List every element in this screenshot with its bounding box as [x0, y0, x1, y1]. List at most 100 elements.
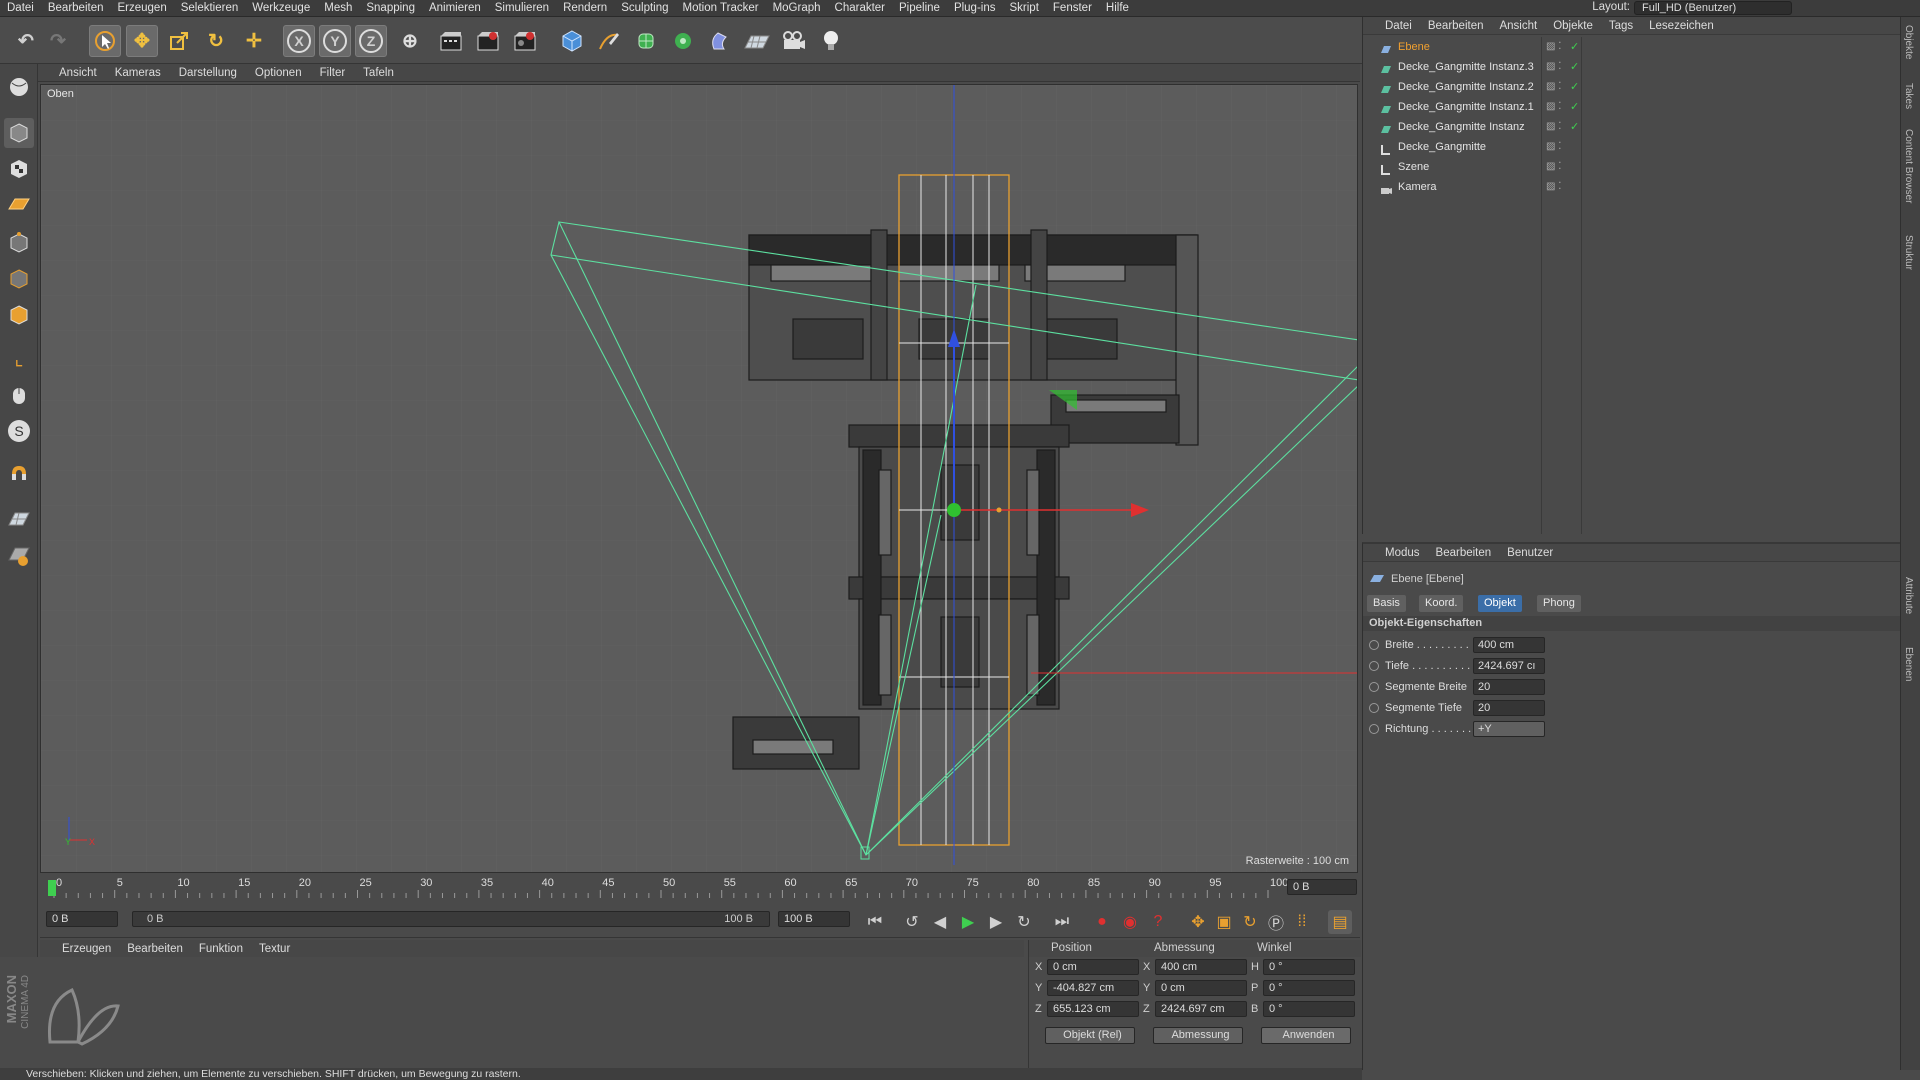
- world-coordinates-icon[interactable]: ⊕: [394, 25, 426, 57]
- property-value-field[interactable]: 20: [1473, 700, 1545, 716]
- enabled-check-icon[interactable]: ✓: [1570, 97, 1579, 117]
- material-menu-item-2[interactable]: Funktion: [191, 943, 251, 955]
- menu-item-12[interactable]: MoGraph: [766, 2, 828, 14]
- side-tab-1[interactable]: Takes: [1903, 83, 1914, 109]
- object-row[interactable]: Ebene ▨ ⁚ ✓: [1363, 37, 1901, 57]
- camera-icon[interactable]: [778, 25, 810, 57]
- menu-item-7[interactable]: Animieren: [422, 2, 488, 14]
- size-mode-select[interactable]: Abmessung: [1153, 1027, 1243, 1044]
- visibility-icon[interactable]: ▨ ⁚: [1546, 77, 1561, 97]
- points-mode-icon[interactable]: [4, 228, 34, 258]
- visibility-icon[interactable]: ▨ ⁚: [1546, 57, 1561, 77]
- position-field[interactable]: 655.123 cm: [1047, 1001, 1139, 1017]
- visibility-icon[interactable]: ▨ ⁚: [1546, 37, 1561, 57]
- attribute-menu-item-0[interactable]: Modus: [1377, 547, 1428, 559]
- timeline-playhead[interactable]: [48, 880, 56, 896]
- visibility-icon[interactable]: ▨ ⁚: [1546, 157, 1561, 177]
- create-icon[interactable]: ✛: [238, 25, 270, 57]
- size-field[interactable]: 400 cm: [1155, 959, 1247, 975]
- record-keyframe-icon[interactable]: ●: [1090, 910, 1114, 934]
- object-menu-item-0[interactable]: Datei: [1377, 20, 1420, 32]
- side-tab-3[interactable]: Struktur: [1903, 235, 1914, 270]
- next-frame-icon[interactable]: ▶: [984, 910, 1008, 934]
- play-icon[interactable]: ▶: [956, 910, 980, 934]
- previous-key-icon[interactable]: ↺: [900, 910, 924, 934]
- menu-item-1[interactable]: Bearbeiten: [41, 2, 111, 14]
- light-icon[interactable]: [815, 25, 847, 57]
- menu-item-10[interactable]: Sculpting: [614, 2, 675, 14]
- menu-item-3[interactable]: Selektieren: [174, 2, 246, 14]
- size-field[interactable]: 2424.697 cm: [1155, 1001, 1247, 1017]
- material-menu-item-3[interactable]: Textur: [251, 943, 298, 955]
- timeline-layout-icon[interactable]: ▤: [1328, 910, 1352, 934]
- menu-item-13[interactable]: Charakter: [828, 2, 893, 14]
- undo-icon[interactable]: ↶: [10, 25, 42, 57]
- animate-radio-icon[interactable]: [1369, 640, 1379, 650]
- rotate-icon[interactable]: ↻: [200, 25, 232, 57]
- menu-item-5[interactable]: Mesh: [317, 2, 359, 14]
- side-tab-5[interactable]: Ebenen: [1903, 647, 1914, 681]
- axis-mode-icon[interactable]: ⌞: [4, 344, 34, 374]
- object-row[interactable]: Decke_Gangmitte Instanz.3 ▨ ⁚ ✓: [1363, 57, 1901, 77]
- object-row[interactable]: Kamera ▨ ⁚: [1363, 177, 1901, 197]
- menu-item-14[interactable]: Pipeline: [892, 2, 947, 14]
- viewport-menu-item-2[interactable]: Darstellung: [170, 67, 246, 79]
- edit-render-settings-icon[interactable]: [509, 25, 541, 57]
- go-to-end-icon[interactable]: ⏭: [1050, 910, 1074, 934]
- material-menu-item-1[interactable]: Bearbeiten: [119, 943, 191, 955]
- object-row[interactable]: Decke_Gangmitte Instanz.2 ▨ ⁚ ✓: [1363, 77, 1901, 97]
- object-menu-item-2[interactable]: Ansicht: [1491, 20, 1545, 32]
- menu-item-2[interactable]: Erzeugen: [110, 2, 173, 14]
- workplane-icon[interactable]: [4, 190, 34, 220]
- render-region-icon[interactable]: [4, 542, 34, 572]
- attribute-menu-item-2[interactable]: Benutzer: [1499, 547, 1561, 559]
- object-menu-item-1[interactable]: Bearbeiten: [1420, 20, 1492, 32]
- enabled-check-icon[interactable]: ✓: [1570, 37, 1579, 57]
- magnet-icon[interactable]: [4, 460, 34, 490]
- menu-item-8[interactable]: Simulieren: [488, 2, 556, 14]
- enabled-check-icon[interactable]: ✓: [1570, 117, 1579, 137]
- tweak-mode-icon[interactable]: [4, 380, 34, 410]
- polygons-mode-icon[interactable]: [4, 300, 34, 330]
- attribute-tab-0[interactable]: Basis: [1367, 595, 1406, 612]
- viewport-menu-item-0[interactable]: Ansicht: [50, 67, 106, 79]
- scale-icon[interactable]: [163, 25, 195, 57]
- range-slider[interactable]: 0 B 100 B: [132, 911, 770, 927]
- animate-radio-icon[interactable]: [1369, 682, 1379, 692]
- enabled-check-icon[interactable]: ✓: [1570, 57, 1579, 77]
- attribute-menu-item-1[interactable]: Bearbeiten: [1428, 547, 1500, 559]
- attribute-tab-1[interactable]: Koord.: [1419, 595, 1464, 612]
- move-icon[interactable]: ✥: [126, 25, 158, 57]
- object-menu-item-5[interactable]: Lesezeichen: [1641, 20, 1722, 32]
- menu-item-6[interactable]: Snapping: [359, 2, 422, 14]
- key-rotation-icon[interactable]: ↻: [1238, 910, 1262, 934]
- object-menu-item-3[interactable]: Objekte: [1545, 20, 1601, 32]
- render-picture-viewer-icon[interactable]: [472, 25, 504, 57]
- subdivision-icon[interactable]: [630, 25, 662, 57]
- visibility-icon[interactable]: ▨ ⁚: [1546, 117, 1561, 137]
- size-field[interactable]: 0 cm: [1155, 980, 1247, 996]
- rotation-field[interactable]: 0 °: [1263, 980, 1355, 996]
- apply-button[interactable]: Anwenden: [1261, 1027, 1351, 1044]
- side-tab-0[interactable]: Objekte: [1903, 25, 1914, 59]
- deformer-icon[interactable]: [704, 25, 736, 57]
- key-pla-icon[interactable]: ⁞⁞: [1290, 910, 1314, 934]
- max-frame-field[interactable]: 100 B: [778, 911, 850, 927]
- visibility-icon[interactable]: ▨ ⁚: [1546, 97, 1561, 117]
- floor-icon[interactable]: [741, 25, 773, 57]
- z-axis-icon[interactable]: Z: [355, 25, 387, 57]
- viewport-menu-item-1[interactable]: Kameras: [106, 67, 170, 79]
- texture-mode-icon[interactable]: [4, 154, 34, 184]
- visibility-icon[interactable]: ▨ ⁚: [1546, 177, 1561, 197]
- menu-item-4[interactable]: Werkzeuge: [245, 2, 317, 14]
- animate-radio-icon[interactable]: [1369, 703, 1379, 713]
- cube-icon[interactable]: [556, 25, 588, 57]
- object-menu-item-4[interactable]: Tags: [1601, 20, 1641, 32]
- object-row[interactable]: Szene ▨ ⁚: [1363, 157, 1901, 177]
- timeline-end-field[interactable]: 0 B: [1287, 879, 1357, 895]
- coordinate-mode-select[interactable]: Objekt (Rel): [1045, 1027, 1135, 1044]
- menu-item-11[interactable]: Motion Tracker: [676, 2, 766, 14]
- auto-keyframe-icon[interactable]: ◉: [1118, 910, 1142, 934]
- rotation-field[interactable]: 0 °: [1263, 1001, 1355, 1017]
- property-value-field[interactable]: 2424.697 cı: [1473, 658, 1545, 674]
